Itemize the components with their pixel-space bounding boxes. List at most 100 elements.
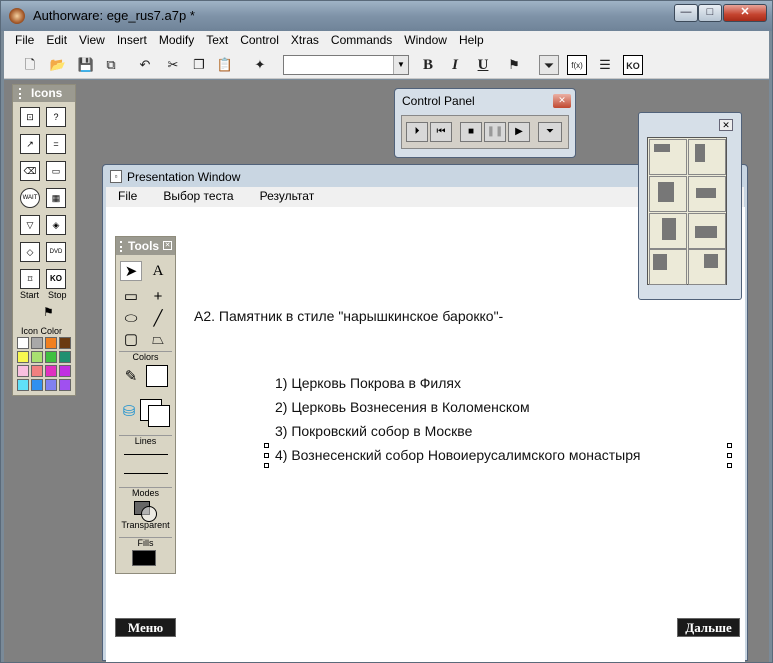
oval-tool-icon[interactable]: ⬭	[120, 309, 142, 329]
selection-handle[interactable]	[727, 463, 732, 468]
line-style-thin[interactable]	[124, 454, 168, 455]
color-swatch[interactable]	[45, 379, 57, 391]
variables-icon[interactable]: ☰	[595, 55, 615, 75]
undo-icon[interactable]: ↶	[135, 55, 155, 75]
save-all-icon[interactable]: 💾	[76, 55, 96, 75]
color-swatch[interactable]	[17, 365, 29, 377]
layout-option[interactable]	[688, 139, 726, 175]
menu-file[interactable]: File	[4, 31, 40, 49]
close-button[interactable]: ✕	[723, 4, 767, 22]
cut-icon[interactable]: ✂	[163, 55, 183, 75]
navigate-icon[interactable]: ▽	[20, 215, 40, 235]
menu-xtras[interactable]: Xtras	[285, 31, 325, 49]
color-swatch[interactable]	[59, 365, 71, 377]
selection-handle[interactable]	[727, 443, 732, 448]
color-swatch[interactable]	[45, 365, 57, 377]
color-swatch[interactable]	[59, 379, 71, 391]
paste-icon[interactable]: 📋	[215, 55, 235, 75]
reset-icon[interactable]: ⏮	[430, 122, 452, 142]
color-swatch[interactable]	[59, 351, 71, 363]
rounded-rectangle-tool-icon[interactable]: ▢	[120, 330, 142, 350]
color-swatch[interactable]	[17, 351, 29, 363]
crosshair-tool-icon[interactable]: +	[147, 287, 169, 307]
answer-option-4[interactable]: 4) Вознесенский собор Новоиерусалимского…	[275, 447, 640, 463]
menu-commands[interactable]: Commands	[325, 31, 398, 49]
text-color-swatch[interactable]	[146, 365, 168, 387]
play-icon[interactable]: ▶	[508, 122, 530, 142]
color-swatch[interactable]	[31, 379, 43, 391]
answer-option-1[interactable]: 1) Церковь Покрова в Филях	[275, 375, 461, 391]
next-button[interactable]: Дальше	[677, 618, 740, 637]
minimize-button[interactable]: —	[674, 4, 698, 22]
color-swatch[interactable]	[31, 351, 43, 363]
bold-button[interactable]: B	[418, 55, 438, 75]
functions-button[interactable]: f(x)	[567, 55, 587, 75]
background-color-swatch[interactable]	[148, 405, 170, 427]
map-icon[interactable]: ▭	[46, 161, 66, 181]
text-style-select[interactable]: ▼	[283, 55, 409, 75]
flag-icon[interactable]: ⚑	[43, 305, 54, 319]
color-swatch[interactable]	[45, 337, 57, 349]
presentation-menu-result[interactable]: Результат	[248, 187, 329, 203]
line-tool-icon[interactable]: ╱	[147, 309, 169, 329]
pointer-tool-icon[interactable]: ➤	[120, 261, 142, 281]
wait-icon[interactable]: WAIT	[20, 188, 40, 208]
menu-text[interactable]: Text	[200, 31, 234, 49]
mode-value[interactable]: Transparent	[119, 520, 172, 530]
menu-window[interactable]: Window	[398, 31, 453, 49]
line-style-medium[interactable]	[124, 473, 168, 474]
polygon-tool-icon[interactable]: ⏢	[147, 330, 169, 350]
answer-option-3[interactable]: 3) Покровский собор в Москве	[275, 423, 472, 439]
answer-option-2[interactable]: 2) Церковь Вознесения в Коломенском	[275, 399, 530, 415]
underline-button[interactable]: U	[473, 55, 493, 75]
close-button[interactable]: ✕	[553, 94, 571, 108]
menu-edit[interactable]: Edit	[40, 31, 73, 49]
erase-icon[interactable]: ⌫	[20, 161, 40, 181]
knowledge-objects-button[interactable]: KO	[623, 55, 643, 75]
decision-icon[interactable]: ◇	[20, 242, 40, 262]
menu-control[interactable]: Control	[234, 31, 285, 49]
selection-handle[interactable]	[264, 453, 269, 458]
rectangle-tool-icon[interactable]: ▭	[120, 287, 142, 307]
interaction-icon[interactable]: ?	[46, 107, 66, 127]
sound-icon[interactable]: ⌑	[20, 269, 40, 289]
color-swatch[interactable]	[17, 379, 29, 391]
menu-insert[interactable]: Insert	[111, 31, 153, 49]
italic-button[interactable]: I	[445, 55, 465, 75]
fill-pattern-swatch[interactable]	[132, 550, 156, 566]
chevron-down-icon[interactable]: ▼	[393, 56, 408, 74]
menu-help[interactable]: Help	[453, 31, 490, 49]
close-icon[interactable]: ✕	[719, 119, 733, 131]
control-panel-icon[interactable]: ⏷	[539, 55, 559, 75]
pen-color-icon[interactable]: ✎	[120, 367, 142, 387]
open-folder-icon[interactable]: 📂	[48, 55, 68, 75]
run-flag-icon[interactable]: ⚑	[504, 55, 524, 75]
digital-movie-icon[interactable]: ◈	[46, 215, 66, 235]
selection-handle[interactable]	[264, 443, 269, 448]
new-file-icon[interactable]: 🗋	[20, 55, 40, 75]
motion-icon[interactable]: ↗	[20, 134, 40, 154]
knowledge-object-icon[interactable]: KO	[46, 269, 66, 289]
display-icon[interactable]: ⊡	[20, 107, 40, 127]
menu-button[interactable]: Меню	[115, 618, 176, 637]
color-swatch[interactable]	[17, 337, 29, 349]
menu-view[interactable]: View	[73, 31, 111, 49]
presentation-menu-file[interactable]: File	[106, 187, 151, 203]
find-icon[interactable]: ✦	[250, 55, 270, 75]
restart-icon[interactable]: ⏵	[406, 122, 428, 142]
framework-icon[interactable]: ▦	[46, 188, 66, 208]
close-icon[interactable]: ✕	[163, 241, 172, 250]
copy-icon[interactable]: ❐	[189, 55, 209, 75]
maximize-button[interactable]: □	[698, 4, 722, 22]
selection-handle[interactable]	[727, 453, 732, 458]
menu-modify[interactable]: Modify	[153, 31, 200, 49]
dvd-icon[interactable]: DVD	[46, 242, 66, 262]
fill-bucket-icon[interactable]: ⛁	[118, 402, 140, 422]
text-tool-icon[interactable]: A	[147, 261, 169, 281]
icons-palette-title[interactable]: Icons	[13, 85, 75, 102]
presentation-menu-test-select[interactable]: Выбор теста	[151, 187, 247, 203]
selection-handle[interactable]	[264, 463, 269, 468]
color-swatch[interactable]	[31, 365, 43, 377]
pause-icon[interactable]: ❚❚	[484, 122, 506, 142]
color-swatch[interactable]	[31, 337, 43, 349]
